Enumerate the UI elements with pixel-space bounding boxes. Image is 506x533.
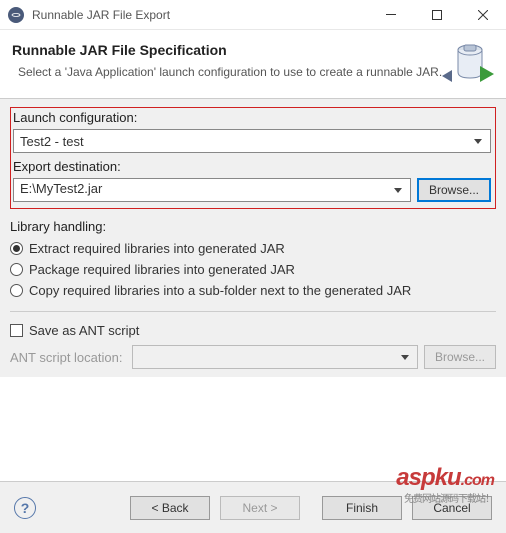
export-dest-value: E:\MyTest2.jar (20, 181, 102, 196)
radio-copy[interactable]: Copy required libraries into a sub-folde… (10, 280, 496, 301)
launch-config-label: Launch configuration: (13, 110, 491, 125)
checkbox-icon (10, 324, 23, 337)
export-dest-label: Export destination: (13, 159, 491, 174)
radio-icon (10, 242, 23, 255)
finish-button[interactable]: Finish (322, 496, 402, 520)
page-title: Runnable JAR File Specification (12, 42, 452, 58)
checkbox-label: Save as ANT script (29, 323, 139, 338)
help-icon[interactable]: ? (14, 497, 36, 519)
highlight-annotation: Launch configuration: Test2 - test Expor… (10, 107, 496, 209)
next-button: Next > (220, 496, 300, 520)
export-dest-input[interactable]: E:\MyTest2.jar (13, 178, 411, 202)
radio-icon (10, 284, 23, 297)
ant-location-label: ANT script location: (10, 350, 122, 365)
radio-label: Package required libraries into generate… (29, 262, 295, 277)
radio-extract[interactable]: Extract required libraries into generate… (10, 238, 496, 259)
wizard-header: Runnable JAR File Specification Select a… (0, 30, 506, 99)
radio-label: Extract required libraries into generate… (29, 241, 285, 256)
window-title: Runnable JAR File Export (32, 8, 368, 22)
radio-label: Copy required libraries into a sub-folde… (29, 283, 411, 298)
library-handling-label: Library handling: (10, 219, 496, 234)
page-description: Select a 'Java Application' launch confi… (12, 64, 452, 81)
cancel-button[interactable]: Cancel (412, 496, 492, 520)
wizard-content: Launch configuration: Test2 - test Expor… (0, 99, 506, 377)
browse-export-button[interactable]: Browse... (417, 178, 491, 202)
browse-ant-button: Browse... (424, 345, 496, 369)
launch-config-select[interactable]: Test2 - test (13, 129, 491, 153)
wizard-footer: ? < Back Next > Finish Cancel (0, 481, 506, 533)
maximize-button[interactable] (414, 0, 460, 30)
back-button[interactable]: < Back (130, 496, 210, 520)
minimize-button[interactable] (368, 0, 414, 30)
titlebar: Runnable JAR File Export (0, 0, 506, 30)
eclipse-icon (8, 7, 24, 23)
jar-run-icon (452, 42, 492, 84)
save-ant-checkbox[interactable]: Save as ANT script (10, 320, 496, 341)
radio-package[interactable]: Package required libraries into generate… (10, 259, 496, 280)
radio-icon (10, 263, 23, 276)
divider (10, 311, 496, 312)
launch-config-value: Test2 - test (20, 134, 84, 149)
ant-location-input (132, 345, 418, 369)
close-button[interactable] (460, 0, 506, 30)
